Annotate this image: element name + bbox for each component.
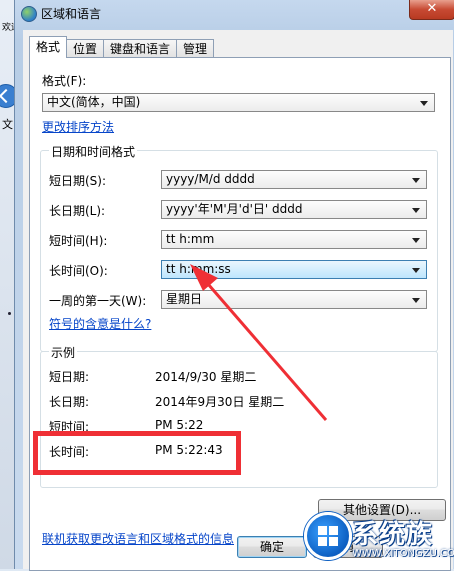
windows-logo-icon	[304, 512, 352, 560]
annotation-arrow	[190, 264, 328, 421]
watermark-url: WWW.XITONGZU.COM	[352, 548, 454, 559]
tab-format[interactable]: 格式	[29, 36, 68, 58]
watermark-text: 系统族	[352, 520, 434, 550]
watermark: 系统族 WWW.XITONGZU.COM	[300, 506, 454, 569]
